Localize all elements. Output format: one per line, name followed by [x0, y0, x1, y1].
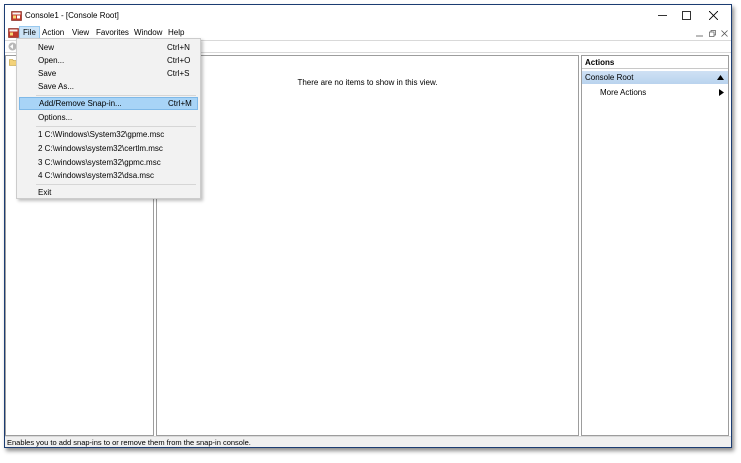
menu-item-save[interactable]: Save Ctrl+S — [19, 67, 198, 80]
minimize-icon — [695, 35, 703, 37]
actions-section-label: Console Root — [585, 73, 634, 82]
restore-icon — [708, 30, 716, 37]
child-close-button[interactable] — [719, 29, 729, 38]
menu-item-new[interactable]: New Ctrl+N — [19, 41, 198, 54]
menu-item-options[interactable]: Options... — [19, 111, 198, 124]
menu-separator — [36, 126, 196, 127]
menu-separator — [36, 95, 196, 96]
menu-item-save-as[interactable]: Save As... — [19, 80, 198, 93]
console-document-icon[interactable] — [8, 28, 19, 38]
more-actions-item[interactable]: More Actions — [582, 86, 728, 99]
child-minimize-button[interactable] — [694, 29, 704, 38]
menu-separator — [36, 184, 196, 185]
minimize-icon — [657, 15, 667, 16]
child-restore-button[interactable] — [707, 29, 717, 38]
maximize-button[interactable] — [672, 5, 700, 26]
close-icon — [708, 11, 718, 20]
maximize-icon — [681, 11, 691, 20]
actions-title: Actions — [582, 56, 728, 69]
menu-item-recent-2[interactable]: 2 C:\windows\system32\certlm.msc — [19, 142, 198, 155]
more-actions-label: More Actions — [600, 88, 647, 97]
menu-item-recent-1[interactable]: 1 C:\Windows\System32\gpme.msc — [19, 128, 198, 141]
status-bar: Enables you to add snap-ins to or remove… — [5, 436, 731, 447]
mmc-app-icon[interactable] — [11, 10, 22, 21]
menu-item-exit[interactable]: Exit — [19, 186, 198, 199]
file-menu-dropdown: New Ctrl+N Open... Ctrl+O Save Ctrl+S Sa… — [16, 38, 201, 199]
menu-item-add-remove-snap-in[interactable]: Add/Remove Snap-in... Ctrl+M — [19, 97, 198, 110]
menu-item-open[interactable]: Open... Ctrl+O — [19, 54, 198, 67]
empty-view-message: There are no items to show in this view. — [297, 78, 438, 87]
actions-pane: Actions Console Root More Actions — [581, 55, 729, 436]
actions-section-console-root[interactable]: Console Root — [582, 71, 728, 84]
menu-item-recent-4[interactable]: 4 C:\windows\system32\dsa.msc — [19, 169, 198, 182]
close-icon — [720, 30, 728, 37]
collapse-up-icon — [717, 75, 724, 80]
submenu-arrow-icon — [719, 89, 724, 96]
results-pane[interactable]: There are no items to show in this view. — [156, 55, 579, 436]
menu-item-recent-3[interactable]: 3 C:\windows\system32\gpmc.msc — [19, 156, 198, 169]
close-button[interactable] — [699, 5, 727, 26]
window-title: Console1 - [Console Root] — [25, 11, 119, 20]
title-bar[interactable]: Console1 - [Console Root] — [5, 5, 731, 26]
